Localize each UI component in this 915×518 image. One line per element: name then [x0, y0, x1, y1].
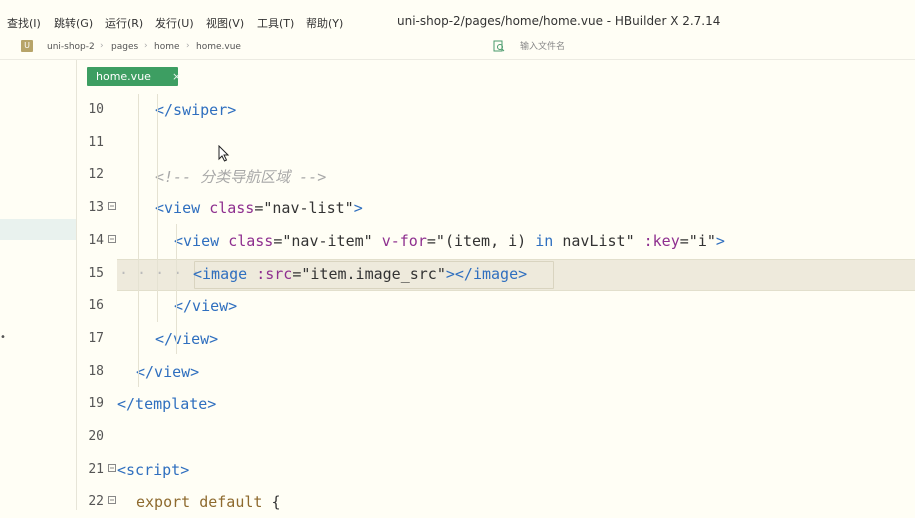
panel-marker: •: [0, 332, 6, 343]
code-line[interactable]: 22 export default {: [77, 486, 915, 518]
file-search-input[interactable]: [516, 39, 914, 55]
menu-help[interactable]: 帮助(Y): [306, 15, 343, 31]
code-text: </swiper>: [155, 101, 237, 119]
menu-run[interactable]: 运行(R): [105, 15, 143, 31]
code-line[interactable]: 16 </view>: [77, 290, 915, 322]
code-text: <view class="nav-item" v-for="(item, i) …: [174, 231, 725, 250]
menu-find[interactable]: 查找(I): [7, 15, 41, 31]
code-text: </view>: [174, 297, 238, 316]
code-text: </view>: [155, 329, 219, 348]
project-panel: •: [0, 60, 77, 510]
code-line[interactable]: 18 </view>: [77, 356, 915, 388]
file-search-icon: [493, 40, 505, 52]
code-line[interactable]: 19 </template>: [77, 388, 915, 420]
menu-view[interactable]: 视图(V): [206, 15, 244, 31]
mouse-pointer-icon: [218, 145, 230, 162]
breadcrumb-separator-icon: ›: [144, 41, 148, 51]
code-line[interactable]: 14 <view class="nav-item" v-for="(item, i…: [77, 225, 915, 257]
code-line[interactable]: 13 <view class="nav-list">: [77, 192, 915, 224]
close-icon[interactable]: ×: [172, 67, 181, 86]
code-text: <script>: [117, 460, 190, 479]
line-number: 16: [88, 298, 104, 314]
indent-guide: [138, 94, 139, 387]
line-number: 14: [88, 232, 104, 248]
code-text: <!-- 分类导航区域 -->: [155, 168, 327, 187]
code-line[interactable]: 20: [77, 421, 915, 453]
menu-tools[interactable]: 工具(T): [257, 15, 294, 31]
breadcrumb-pages[interactable]: pages: [111, 42, 138, 52]
window-title: uni-shop-2/pages/home/home.vue - HBuilde…: [397, 14, 721, 28]
code-text: </template>: [117, 395, 217, 414]
line-number: 17: [88, 330, 104, 346]
line-number: 22: [88, 494, 104, 510]
indent-guide: [157, 94, 158, 322]
breadcrumb-home[interactable]: home: [154, 42, 180, 52]
breadcrumb-project[interactable]: uni-shop-2: [47, 42, 95, 52]
menu-goto[interactable]: 跳转(G): [54, 15, 93, 31]
code-text: <view class="nav-list">: [155, 199, 363, 218]
menu-publish[interactable]: 发行(U): [155, 15, 194, 31]
fold-toggle-icon[interactable]: [107, 199, 117, 213]
fold-toggle-icon[interactable]: [107, 461, 117, 475]
code-line[interactable]: 21 <script>: [77, 454, 915, 486]
code-line[interactable]: 11: [77, 127, 915, 159]
code-text: export default {: [136, 493, 281, 512]
line-number: 11: [88, 134, 104, 150]
tab-home-vue[interactable]: home.vue ×: [87, 67, 181, 86]
tab-label: home.vue: [96, 70, 151, 83]
line-number: 12: [88, 167, 104, 183]
line-number: 19: [88, 396, 104, 412]
line-number: 13: [88, 200, 104, 216]
line-number: 15: [88, 265, 104, 281]
breadcrumb-separator-icon: ›: [186, 41, 190, 51]
indent-guide: [176, 224, 177, 354]
breadcrumb: U uni-shop-2 › pages › home › home.vue: [0, 38, 915, 60]
code-line[interactable]: 10 </swiper>: [77, 94, 915, 126]
fold-toggle-icon[interactable]: [107, 232, 117, 246]
code-line[interactable]: 17 </view>: [77, 323, 915, 355]
menu-bar: 查找(I) 跳转(G) 运行(R) 发行(U) 视图(V) 工具(T) 帮助(Y…: [0, 0, 915, 38]
breadcrumb-separator-icon: ›: [100, 41, 104, 51]
line-number: 10: [88, 102, 104, 117]
line-number: 21: [88, 461, 104, 477]
project-icon: U: [21, 40, 33, 52]
code-text: <image :src="item.image_src"></image>: [193, 264, 528, 283]
fold-toggle-icon[interactable]: [107, 493, 117, 507]
breadcrumb-file[interactable]: home.vue: [196, 42, 241, 52]
project-tree-selected-row[interactable]: [0, 219, 76, 240]
line-number: 20: [88, 429, 104, 444]
code-editor[interactable]: home.vue × 10 </swiper> 11 12 <!-- 分类导航区域 --…: [77, 60, 915, 511]
code-text: </view>: [136, 362, 200, 381]
code-line[interactable]: 12 <!-- 分类导航区域 -->: [77, 159, 915, 191]
code-line[interactable]: · · · · · · · 15 <image :src="item.image_s…: [77, 258, 915, 291]
line-number: 18: [88, 363, 104, 379]
